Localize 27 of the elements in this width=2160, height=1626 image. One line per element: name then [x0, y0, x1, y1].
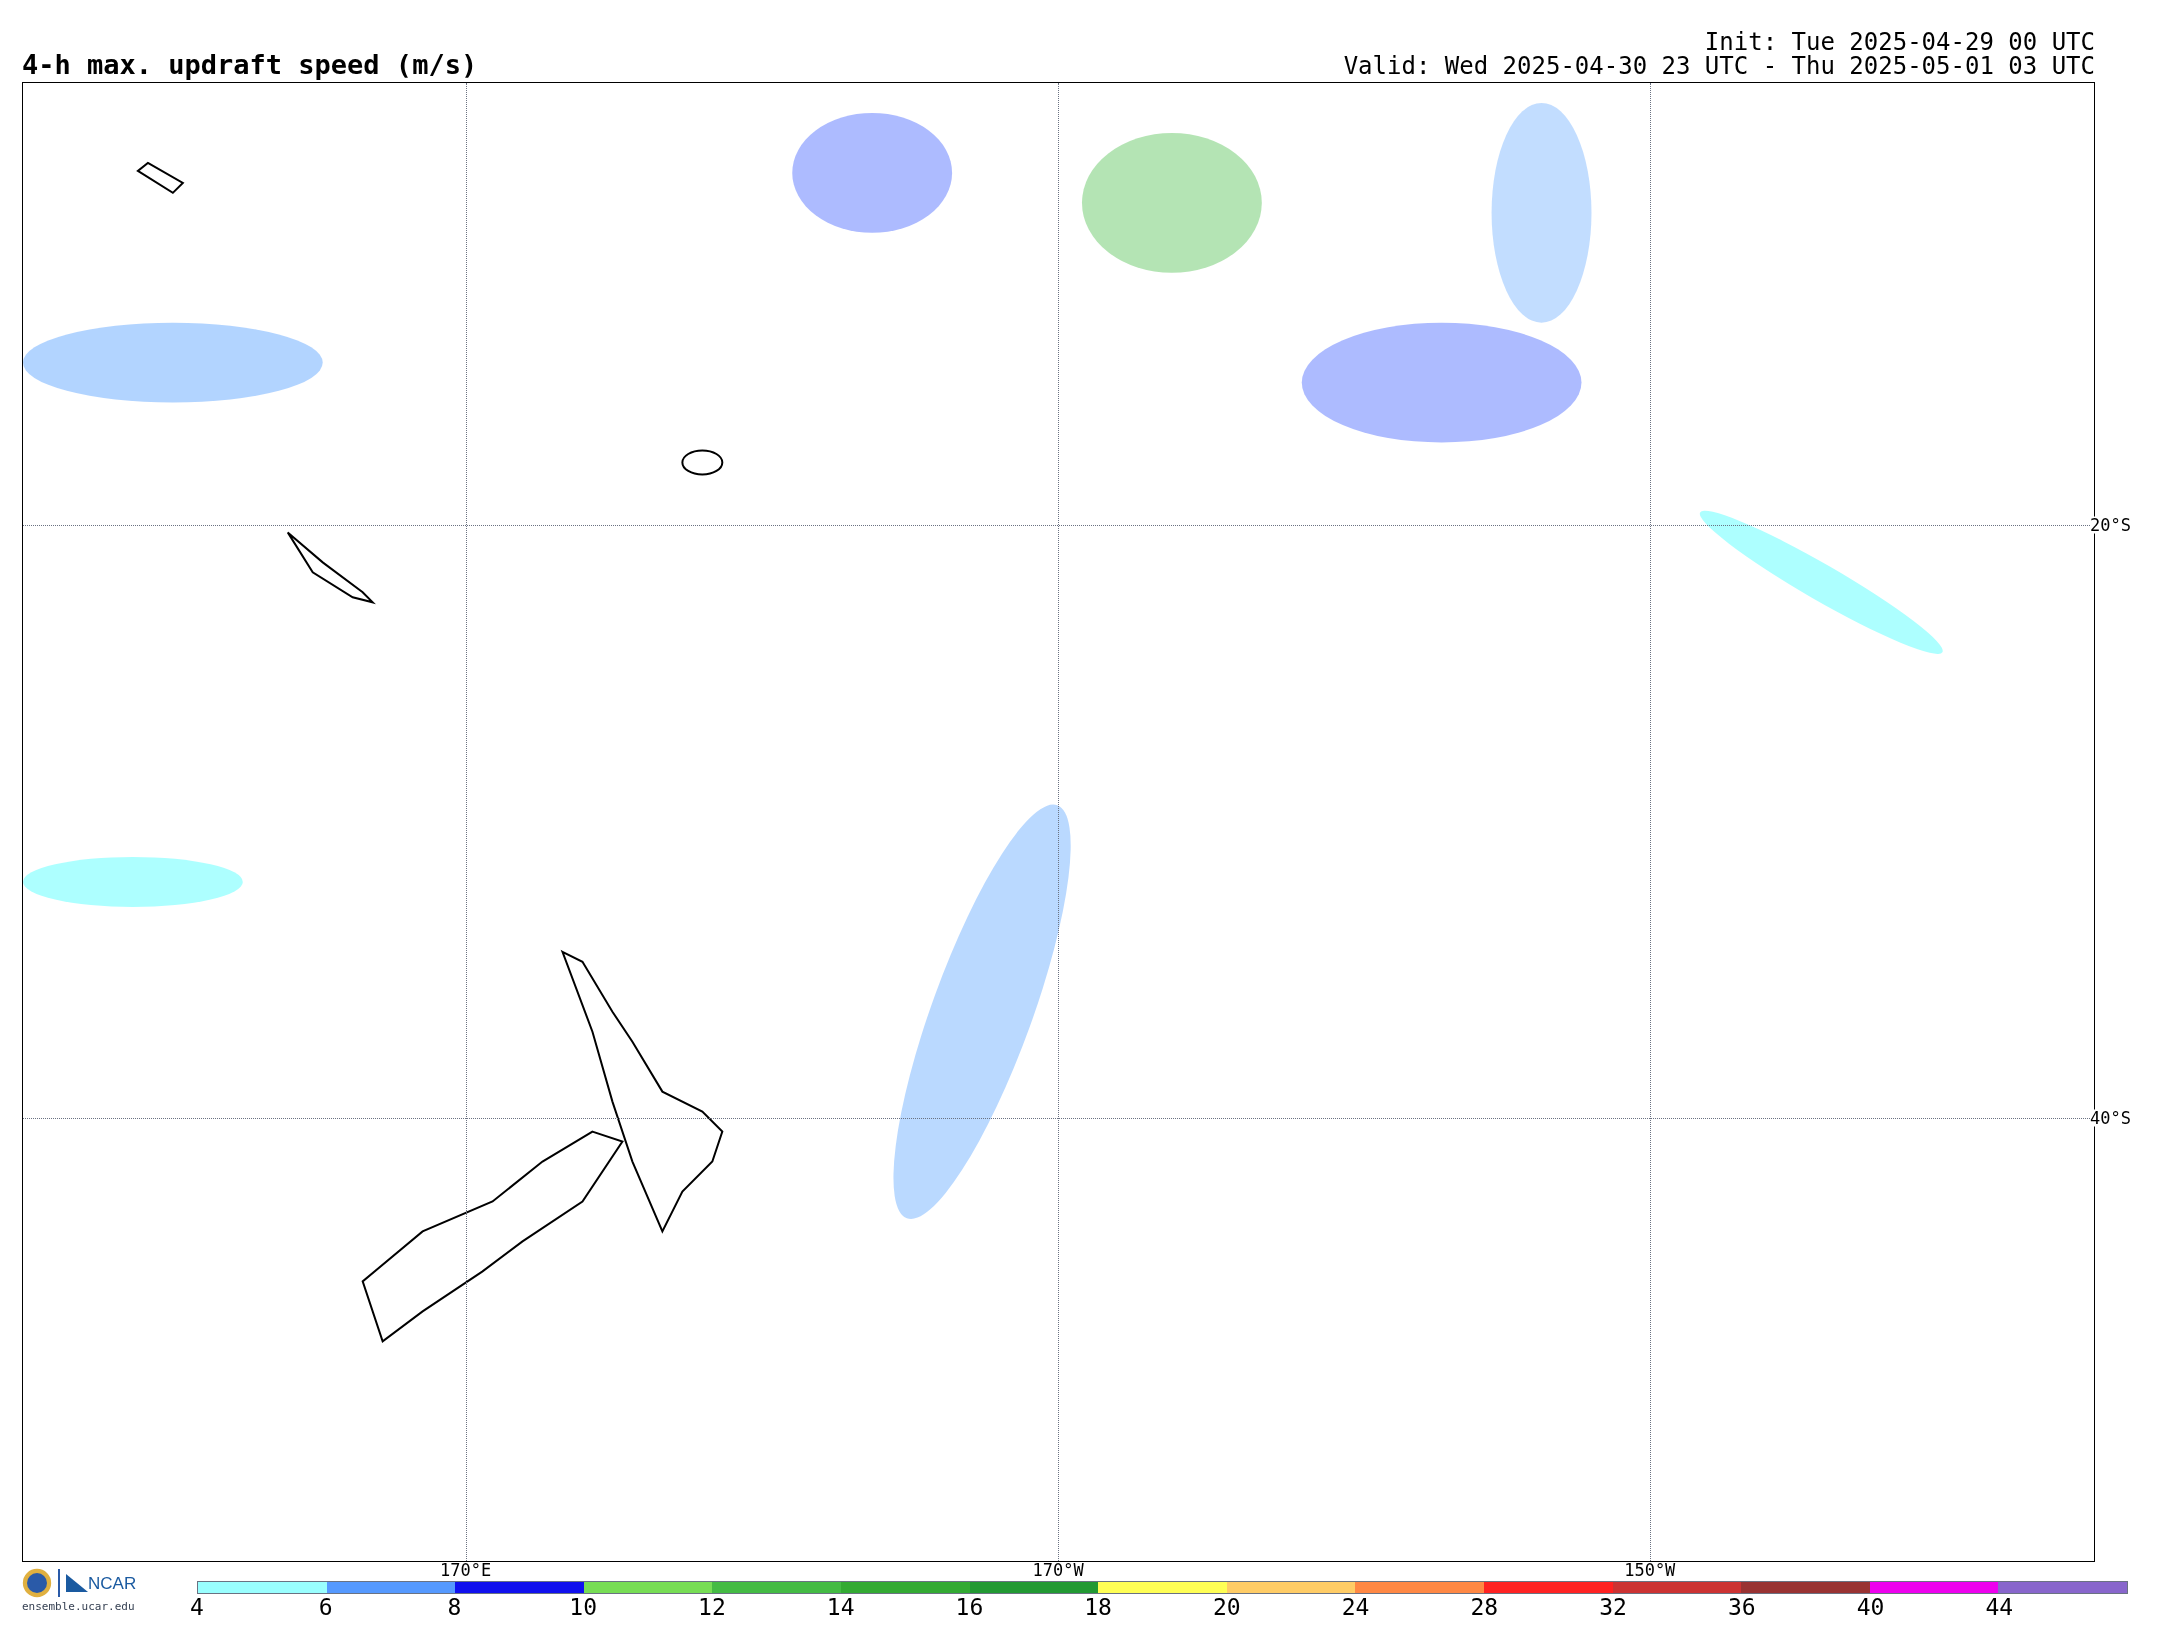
longitude-label: 170°E — [439, 1562, 492, 1579]
legend-label: 16 — [955, 1596, 984, 1619]
legend-label: 8 — [447, 1596, 462, 1619]
legend-label: 44 — [1985, 1596, 2014, 1619]
legend-label: 24 — [1341, 1596, 1370, 1619]
ncar-logo-text: NCAR — [88, 1574, 137, 1592]
longitude-label: 170°W — [1032, 1562, 1084, 1579]
seal-icon — [22, 1568, 52, 1598]
legend-label: 14 — [826, 1596, 855, 1619]
latitude-label: 20°S — [2090, 516, 2131, 534]
longitude-label: 150°W — [1624, 1562, 1676, 1579]
ncar-logo-icon — [66, 1574, 88, 1592]
map-title: 4-h max. updraft speed (m/s) — [22, 51, 478, 78]
legend-label: 4 — [190, 1596, 204, 1619]
legend-label: 20 — [1213, 1596, 1241, 1619]
legend-label: 36 — [1727, 1596, 1756, 1619]
valid-time: Valid: Wed 2025-04-30 23 UTC - Thu 2025-05-01 03 UTC — [1343, 54, 2095, 78]
website-url: ensemble.ucar.edu — [22, 1600, 136, 1613]
legend-label: 10 — [569, 1596, 598, 1619]
legend-label: 12 — [698, 1596, 726, 1619]
init-time: Init: Tue 2025-04-29 00 UTC — [1704, 30, 2095, 54]
legend-label: 28 — [1470, 1596, 1499, 1619]
legend-label: 40 — [1856, 1596, 1885, 1619]
legend-label: 32 — [1599, 1596, 1627, 1619]
latitude-label: 40°S — [2090, 1109, 2131, 1127]
legend-label: 18 — [1084, 1596, 1112, 1619]
legend-label: 6 — [318, 1596, 333, 1619]
